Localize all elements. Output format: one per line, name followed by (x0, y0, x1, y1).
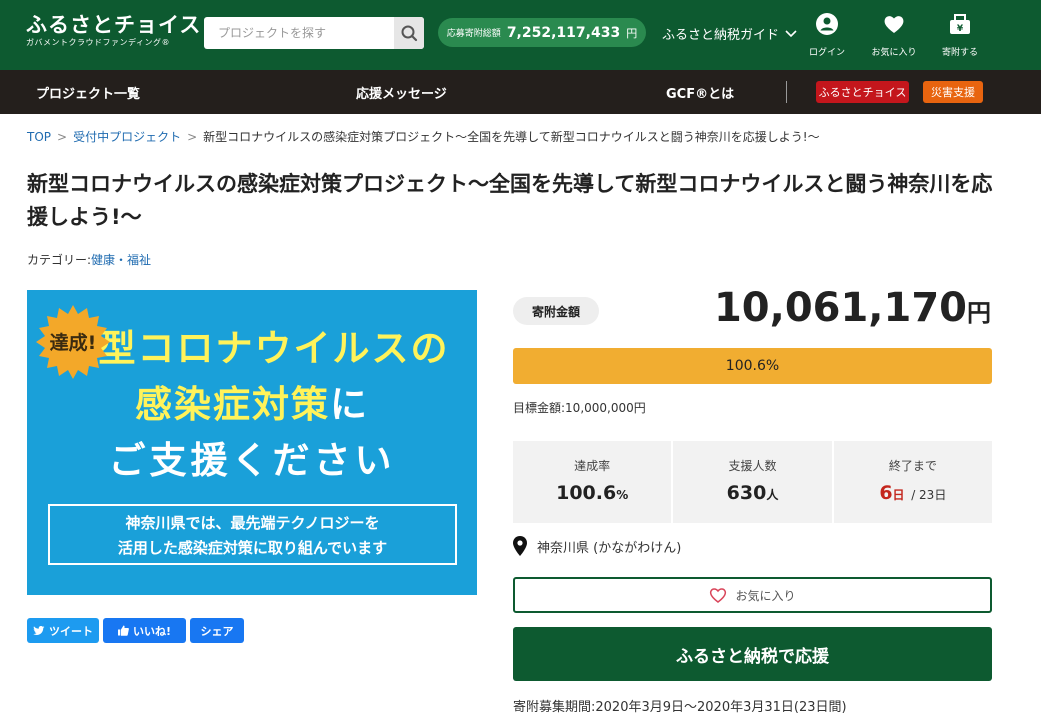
category-link[interactable]: 健康・福祉 (91, 253, 151, 267)
add-favorite-button[interactable]: お気に入り (513, 577, 992, 613)
category-line: カテゴリー:健康・福祉 (27, 251, 151, 268)
search-box (204, 17, 424, 49)
nav-support-messages[interactable]: 応援メッセージ (356, 83, 447, 102)
target-amount: 目標金額:10,000,000円 (513, 401, 646, 415)
banner-caption-line-2: 活用した感染症対策に取り組んでいます (117, 539, 388, 557)
breadcrumb-top[interactable]: TOP (27, 130, 51, 144)
heart-icon (884, 16, 904, 33)
funding-stats: 達成率 100.6% 支援人数 630人 終了まで 6日 / 23日 (513, 441, 992, 523)
search-input[interactable] (204, 17, 394, 49)
favorites-label: お気に入り (871, 48, 917, 58)
nav-about-gcf[interactable]: GCF®とは (666, 83, 734, 102)
stat-rate-value: 100.6 (556, 482, 617, 504)
banner-line-3: ご支援ください (108, 439, 396, 482)
donate-box-icon: ¥ (950, 14, 970, 34)
map-pin-icon (513, 536, 527, 556)
stat-supporters-label: 支援人数 (728, 459, 777, 473)
banner-line-2-rest: に (330, 383, 369, 426)
stat-remaining-unit: 日 (892, 488, 905, 502)
like-label: いいね! (132, 624, 172, 638)
chevron-down-icon (785, 29, 797, 37)
site-header: ふるさとチョイス ガバメントクラウドファンディング® 応募寄附総額 7,252,… (0, 0, 1041, 70)
breadcrumb-separator: > (187, 130, 198, 144)
breadcrumb: TOP > 受付中プロジェクト > 新型コロナウイルスの感染症対策プロジェクト～全国を先… (27, 128, 820, 145)
project-banner-image: 型コロナウイルスの 感染症対策に ご支援ください 達成! 神奈川県では、最先端テ… (27, 290, 477, 595)
stat-rate-label: 達成率 (574, 459, 611, 473)
achieved-badge-text: 達成! (50, 331, 97, 354)
breadcrumb-current: 新型コロナウイルスの感染症対策プロジェクト～全国を先導して新型コロナウイルスと闘… (203, 130, 820, 144)
stat-achievement-rate: 達成率 100.6% (513, 441, 672, 523)
funding-progress-bar: 100.6% (513, 348, 992, 384)
breadcrumb-active-projects[interactable]: 受付中プロジェクト (73, 130, 181, 144)
search-button[interactable] (394, 17, 424, 49)
breadcrumb-separator: > (57, 130, 68, 144)
like-button[interactable]: いいね! (103, 618, 186, 643)
user-icon (816, 13, 838, 35)
share-button[interactable]: シェア (190, 618, 244, 643)
donation-amount-label: 寄附金額 (513, 297, 599, 325)
donation-amount-unit: 円 (967, 299, 991, 327)
stat-remaining-label: 終了まで (888, 459, 937, 473)
achieved-burst-icon: 達成! (36, 305, 110, 379)
furusato-choice-badge[interactable]: ふるさとチョイス (816, 81, 909, 103)
total-donation-unit: 円 (626, 26, 638, 40)
stat-rate-value-wrap: 100.6% (556, 482, 628, 504)
stat-supporters: 支援人数 630人 (673, 441, 832, 523)
favorites-button[interactable]: お気に入り (866, 12, 922, 59)
add-favorite-label: お気に入り (735, 588, 796, 603)
twitter-bird-icon (33, 625, 45, 635)
banner-highlight: 感染症対策 (135, 383, 330, 426)
banner-caption-box: 神奈川県では、最先端テクノロジーを 活用した感染症対策に取り組んでいます (48, 504, 457, 565)
page-title: 新型コロナウイルスの感染症対策プロジェクト～全国を先導して新型コロナウイルスと闘… (27, 172, 993, 229)
donation-amount: 10,061,170円 (714, 285, 991, 331)
project-location: 神奈川県 (かながわけん) (513, 536, 681, 556)
stat-rate-unit: % (616, 488, 629, 502)
search-icon (401, 25, 418, 42)
nav-project-list[interactable]: プロジェクト一覧 (36, 83, 140, 102)
stat-remaining-value-wrap: 6日 / 23日 (879, 482, 946, 504)
banner-line-1-text: 型コロナウイルスの (98, 327, 450, 370)
location-text: 神奈川県 (かながわけん) (537, 540, 682, 556)
total-donation-badge: 応募寄附総額 7,252,117,433 円 (438, 18, 646, 47)
stat-remaining-days: 終了まで 6日 / 23日 (833, 441, 992, 523)
logo-sub-text: ガバメントクラウドファンディング® (26, 38, 170, 47)
heart-outline-icon (710, 588, 727, 603)
stat-remaining-value: 6 (879, 482, 893, 504)
banner-line-2: 感染症対策に (27, 374, 477, 428)
logo-main-text: ふるさとチョイス (26, 13, 202, 37)
donate-header-label: 寄附する (941, 48, 978, 58)
funding-progress-text: 100.6% (725, 358, 780, 374)
tweet-label: ツイート (49, 624, 93, 638)
total-donation-label: 応募寄附総額 (446, 29, 501, 39)
stat-supporters-unit: 人 (766, 488, 779, 502)
guide-label: ふるさと納税ガイド (662, 28, 780, 43)
site-logo[interactable]: ふるさとチョイス ガバメントクラウドファンディング® (26, 12, 201, 48)
thumbs-up-icon (117, 625, 129, 636)
donation-amount-value: 10,061,170 (713, 285, 967, 331)
furusato-guide-menu[interactable]: ふるさと納税ガイド (662, 24, 797, 43)
donate-header-button[interactable]: ¥ 寄附する (932, 12, 988, 59)
nav-divider (786, 81, 787, 103)
stat-supporters-value: 630 (726, 482, 767, 504)
stat-supporters-value-wrap: 630人 (727, 482, 779, 504)
donate-furusato-button[interactable]: ふるさと納税で応援 (513, 627, 992, 681)
donation-period: 寄附募集期間:2020年3月9日～2020年3月31日(23日間) (513, 700, 847, 715)
total-donation-value: 7,252,117,433 (506, 24, 621, 41)
disaster-support-badge[interactable]: 災害支援 (923, 81, 983, 103)
category-label: カテゴリー: (27, 253, 92, 267)
tweet-button[interactable]: ツイート (27, 618, 99, 643)
banner-caption-line-1: 神奈川県では、最先端テクノロジーを (125, 514, 380, 532)
login-button[interactable]: ログイン (799, 12, 855, 59)
login-label: ログイン (808, 48, 845, 58)
svg-text:¥: ¥ (957, 24, 964, 34)
stat-remaining-total: / 23日 (911, 488, 947, 502)
